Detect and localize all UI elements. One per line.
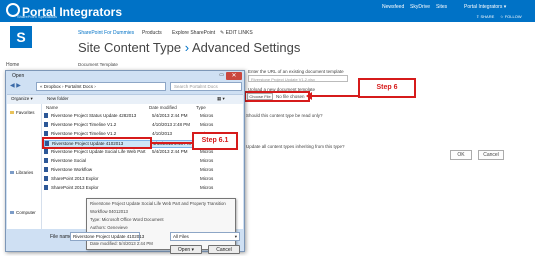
file-type-select[interactable]: All Files ▾ [170,232,240,241]
no-file-chosen: No file chosen [276,94,305,99]
quick-launch-home[interactable]: Home [6,62,19,68]
document-icon [44,122,48,127]
step6-arrow-line [310,95,358,97]
step6-arrow-head-icon [306,92,312,100]
nav-item-libraries[interactable]: Libraries [10,170,33,175]
address-bar[interactable]: « Dropbox › PortalInt Docs › [36,82,166,91]
library-icon [10,171,14,174]
file-info-tooltip: Riverstone Project Update Social Life We… [86,198,236,250]
ok-button[interactable]: OK [450,150,472,160]
sites-link[interactable]: Sites [436,4,447,10]
brand-subtitle: SharePoint Specialists [17,14,58,19]
chevron-down-icon: ▾ [234,234,237,239]
file-row[interactable]: Riverstone Project Status Update 4282013… [44,113,224,121]
follow-button[interactable]: ☆ FOLLOW [500,14,522,19]
document-icon [44,149,48,154]
update-question: Update all content types inheriting from… [246,144,345,149]
view-options-icon[interactable]: ▦ ▾ [217,96,225,102]
column-type[interactable]: Type [196,105,206,110]
share-button[interactable]: ⇪ SHARE [476,14,494,19]
open-file-dialog: Open ▭ ✕ ◀ ▶ « Dropbox › PortalInt Docs … [5,70,245,254]
new-folder-button[interactable]: New folder [47,96,69,101]
document-icon [44,176,48,181]
sharepoint-logo[interactable]: S [10,26,32,48]
selected-file-highlight [42,137,152,149]
nav-item-favorites[interactable]: Favorites [10,110,35,115]
file-row[interactable]: SharePoint 2013 Explor Micros [44,176,224,184]
skydrive-link[interactable]: SkyDrive [410,4,430,10]
choose-file-button[interactable]: Choose File [247,93,273,100]
newsfeed-link[interactable]: Newsfeed [382,4,404,10]
navigation-pane: Favorites Libraries Computer [7,104,42,229]
organize-button[interactable]: Organize ▾ [11,96,33,102]
file-row[interactable]: Riverstone Social Micros [44,158,224,166]
dialog-cancel-button[interactable]: Cancel [208,245,240,254]
file-row[interactable]: SharePoint 2013 Explor Micros [44,185,224,193]
file-name-input[interactable]: Riverstone Project Update 4102013 [70,232,144,241]
column-date[interactable]: Date modified [149,105,177,110]
document-icon [44,113,48,118]
file-row[interactable]: Riverstone Project Update Social Life We… [44,149,224,157]
url-option-label: Enter the URL of an existing document te… [248,69,344,74]
template-url-input[interactable]: Riverstone Project Update V1.2.xlsx [248,75,348,82]
step61-callout: Step 6.1 [192,132,238,150]
back-forward-icon[interactable]: ◀ ▶ [10,82,21,89]
page-title: Site Content Type › Advanced Settings [78,40,301,55]
step61-arrow-line [152,142,192,144]
computer-icon [10,211,14,214]
file-row[interactable]: Riverstone Workflow Micros [44,167,224,175]
open-button[interactable]: Open ▾ [170,245,202,254]
edit-links[interactable]: ✎ EDIT LINKS [220,30,253,36]
user-menu[interactable]: Portal Integrators ▾ [464,4,506,10]
dialog-minmax-icon[interactable]: ▭ [219,72,224,78]
search-input[interactable]: Search PortalInt Docs [170,82,242,91]
breadcrumb-arrow-icon: › [184,40,190,55]
step6-callout: Step 6 [358,78,416,98]
document-icon [44,185,48,190]
top-nav-explore[interactable]: Explore SharePoint [172,30,215,36]
document-icon [44,158,48,163]
doc-template-label: Document Template [78,62,118,67]
top-nav-products[interactable]: Products [142,30,162,36]
close-icon[interactable]: ✕ [226,72,242,80]
readonly-question: Should this content type be read only? [246,113,323,118]
nav-item-computer[interactable]: Computer [10,210,36,215]
cancel-button[interactable]: Cancel [478,150,504,160]
document-icon [44,131,48,136]
top-nav-home[interactable]: SharePoint For Dummies [78,30,134,36]
column-name[interactable]: Name [46,105,58,110]
dialog-title: Open [12,73,25,79]
document-icon [44,167,48,172]
file-row[interactable]: Riverstone Project Timeline V1.2 4/10/201… [44,122,224,130]
star-folder-icon [10,111,14,114]
